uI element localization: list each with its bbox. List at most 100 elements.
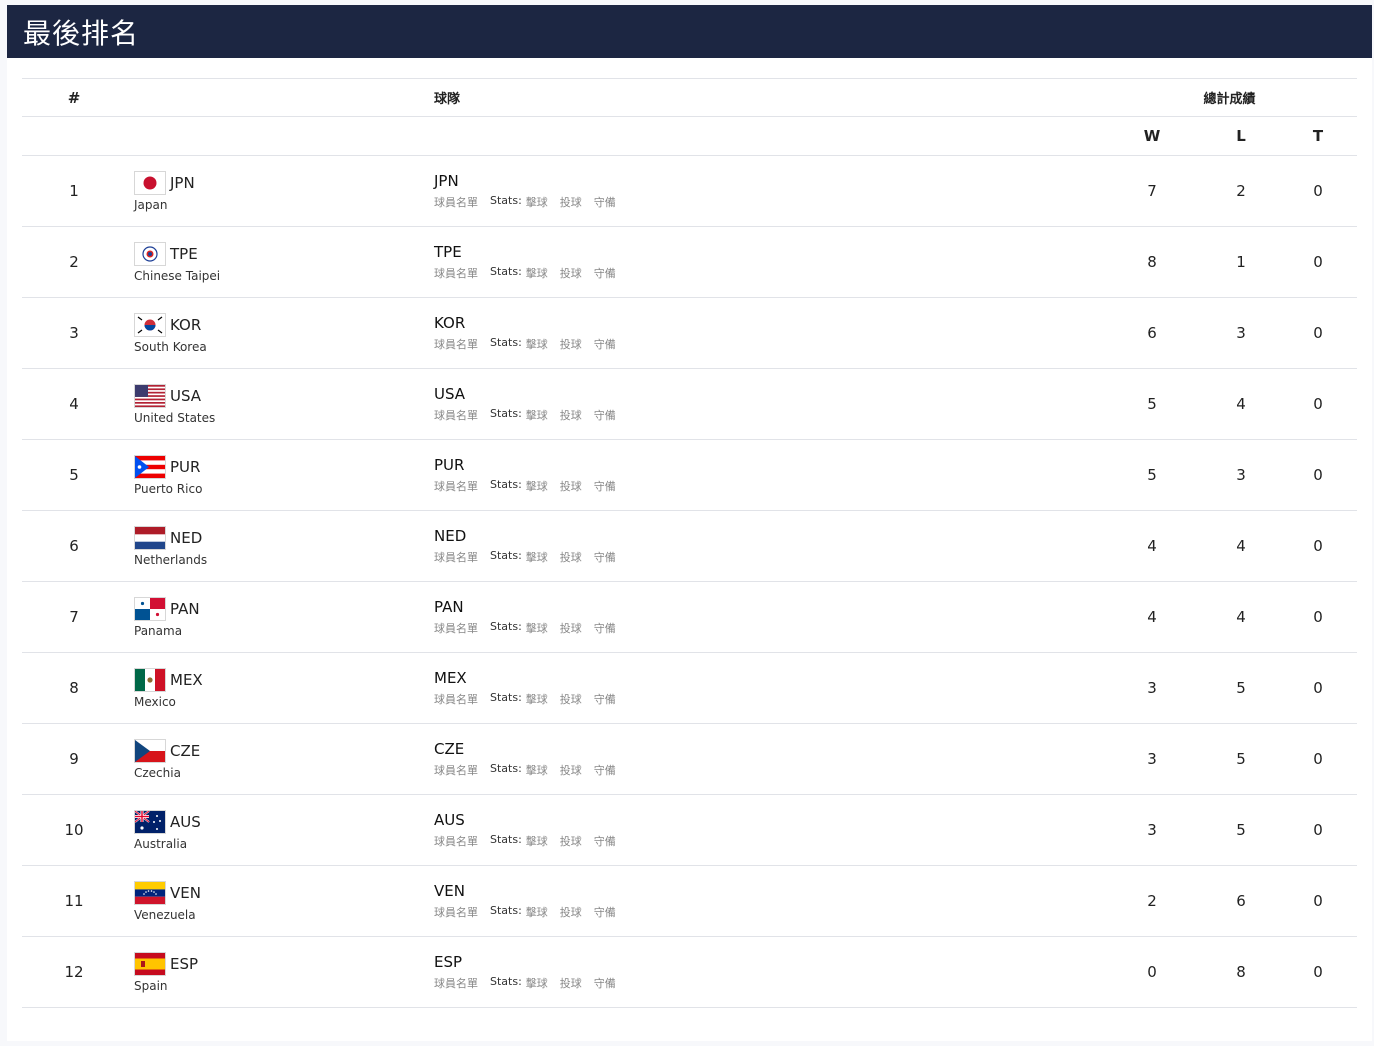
batting-link[interactable]: 擊球 [526,194,548,210]
table-header-row: # 球隊 總計成績 [22,78,1357,116]
fielding-link[interactable]: 守備 [594,194,616,210]
team-cell: MEX 球員名單 Stats: 擊球 投球 守備 [434,653,628,723]
fielding-link[interactable]: 守備 [594,549,616,565]
team-header: 球隊 [434,92,461,107]
losses-cell: 8 [1236,963,1246,981]
roster-link[interactable]: 球員名單 [434,762,478,778]
stats-label: Stats: [490,336,522,349]
batting-link[interactable]: 擊球 [526,478,548,494]
rank-cell: 8 [69,679,79,697]
roster-link[interactable]: 球員名單 [434,407,478,423]
country-cell: JPN Japan [134,156,195,226]
stats-label: Stats: [490,620,522,633]
country-cell: USA United States [134,369,215,439]
team-cell: CZE 球員名單 Stats: 擊球 投球 守備 [434,724,628,794]
team-link[interactable]: PAN [434,598,464,616]
country-code: MEX [170,671,203,689]
country-name: Puerto Rico [134,482,203,496]
pitching-link[interactable]: 投球 [560,194,582,210]
batting-link[interactable]: 擊球 [526,904,548,920]
fielding-link[interactable]: 守備 [594,833,616,849]
pitching-link[interactable]: 投球 [560,549,582,565]
team-link[interactable]: ESP [434,953,462,971]
batting-link[interactable]: 擊球 [526,407,548,423]
table-row: 9 CZE Czechia CZE 球員名單 Stats: 擊球 投球 守備 3… [22,723,1357,794]
country-cell: NED Netherlands [134,511,207,581]
batting-link[interactable]: 擊球 [526,762,548,778]
pitching-link[interactable]: 投球 [560,336,582,352]
roster-link[interactable]: 球員名單 [434,194,478,210]
pitching-link[interactable]: 投球 [560,904,582,920]
team-link[interactable]: TPE [434,243,462,261]
team-link[interactable]: NED [434,527,466,545]
table-row: 5 PUR Puerto Rico PUR 球員名單 Stats: 擊球 投球 … [22,439,1357,510]
losses-header: L [1236,127,1246,145]
table-row: 6 NED Netherlands NED 球員名單 Stats: 擊球 投球 … [22,510,1357,581]
batting-link[interactable]: 擊球 [526,691,548,707]
ties-cell: 0 [1313,750,1323,768]
ties-cell: 0 [1313,324,1323,342]
team-link[interactable]: MEX [434,669,467,687]
batting-link[interactable]: 擊球 [526,549,548,565]
team-link[interactable]: VEN [434,882,465,900]
fielding-link[interactable]: 守備 [594,975,616,991]
pitching-link[interactable]: 投球 [560,407,582,423]
team-cell: PAN 球員名單 Stats: 擊球 投球 守備 [434,582,628,652]
roster-link[interactable]: 球員名單 [434,336,478,352]
losses-cell: 3 [1236,324,1246,342]
team-link[interactable]: JPN [434,172,459,190]
losses-cell: 5 [1236,679,1246,697]
roster-link[interactable]: 球員名單 [434,265,478,281]
rank-cell: 7 [69,608,79,626]
losses-cell: 6 [1236,892,1246,910]
country-cell: VEN Venezuela [134,866,201,936]
team-cell: JPN 球員名單 Stats: 擊球 投球 守備 [434,156,628,226]
pitching-link[interactable]: 投球 [560,691,582,707]
batting-link[interactable]: 擊球 [526,975,548,991]
team-link[interactable]: PUR [434,456,464,474]
fielding-link[interactable]: 守備 [594,620,616,636]
table-row: 4 USA United States USA 球員名單 Stats: 擊球 投… [22,368,1357,439]
roster-link[interactable]: 球員名單 [434,478,478,494]
team-link[interactable]: USA [434,385,465,403]
team-cell: AUS 球員名單 Stats: 擊球 投球 守備 [434,795,628,865]
south-korea-flag-icon [134,313,166,337]
roster-link[interactable]: 球員名單 [434,833,478,849]
fielding-link[interactable]: 守備 [594,478,616,494]
batting-link[interactable]: 擊球 [526,620,548,636]
fielding-link[interactable]: 守備 [594,691,616,707]
team-link[interactable]: AUS [434,811,465,829]
country-name: Spain [134,979,168,993]
pitching-link[interactable]: 投球 [560,265,582,281]
stats-label: Stats: [490,478,522,491]
country-name: Netherlands [134,553,208,567]
losses-cell: 4 [1236,395,1246,413]
batting-link[interactable]: 擊球 [526,336,548,352]
team-cell: TPE 球員名單 Stats: 擊球 投球 守備 [434,227,628,297]
team-link[interactable]: CZE [434,740,464,758]
pitching-link[interactable]: 投球 [560,975,582,991]
fielding-link[interactable]: 守備 [594,336,616,352]
pitching-link[interactable]: 投球 [560,478,582,494]
country-name: Japan [134,198,168,212]
roster-link[interactable]: 球員名單 [434,620,478,636]
pitching-link[interactable]: 投球 [560,833,582,849]
wins-header: W [1143,127,1161,145]
fielding-link[interactable]: 守備 [594,407,616,423]
roster-link[interactable]: 球員名單 [434,691,478,707]
page-title: 最後排名 [7,5,1372,58]
batting-link[interactable]: 擊球 [526,833,548,849]
fielding-link[interactable]: 守備 [594,762,616,778]
team-cell: PUR 球員名單 Stats: 擊球 投球 守備 [434,440,628,510]
fielding-link[interactable]: 守備 [594,904,616,920]
rank-cell: 5 [69,466,79,484]
team-link[interactable]: KOR [434,314,465,332]
batting-link[interactable]: 擊球 [526,265,548,281]
fielding-link[interactable]: 守備 [594,265,616,281]
roster-link[interactable]: 球員名單 [434,975,478,991]
pitching-link[interactable]: 投球 [560,620,582,636]
roster-link[interactable]: 球員名單 [434,549,478,565]
pitching-link[interactable]: 投球 [560,762,582,778]
roster-link[interactable]: 球員名單 [434,904,478,920]
country-code: CZE [170,742,201,760]
